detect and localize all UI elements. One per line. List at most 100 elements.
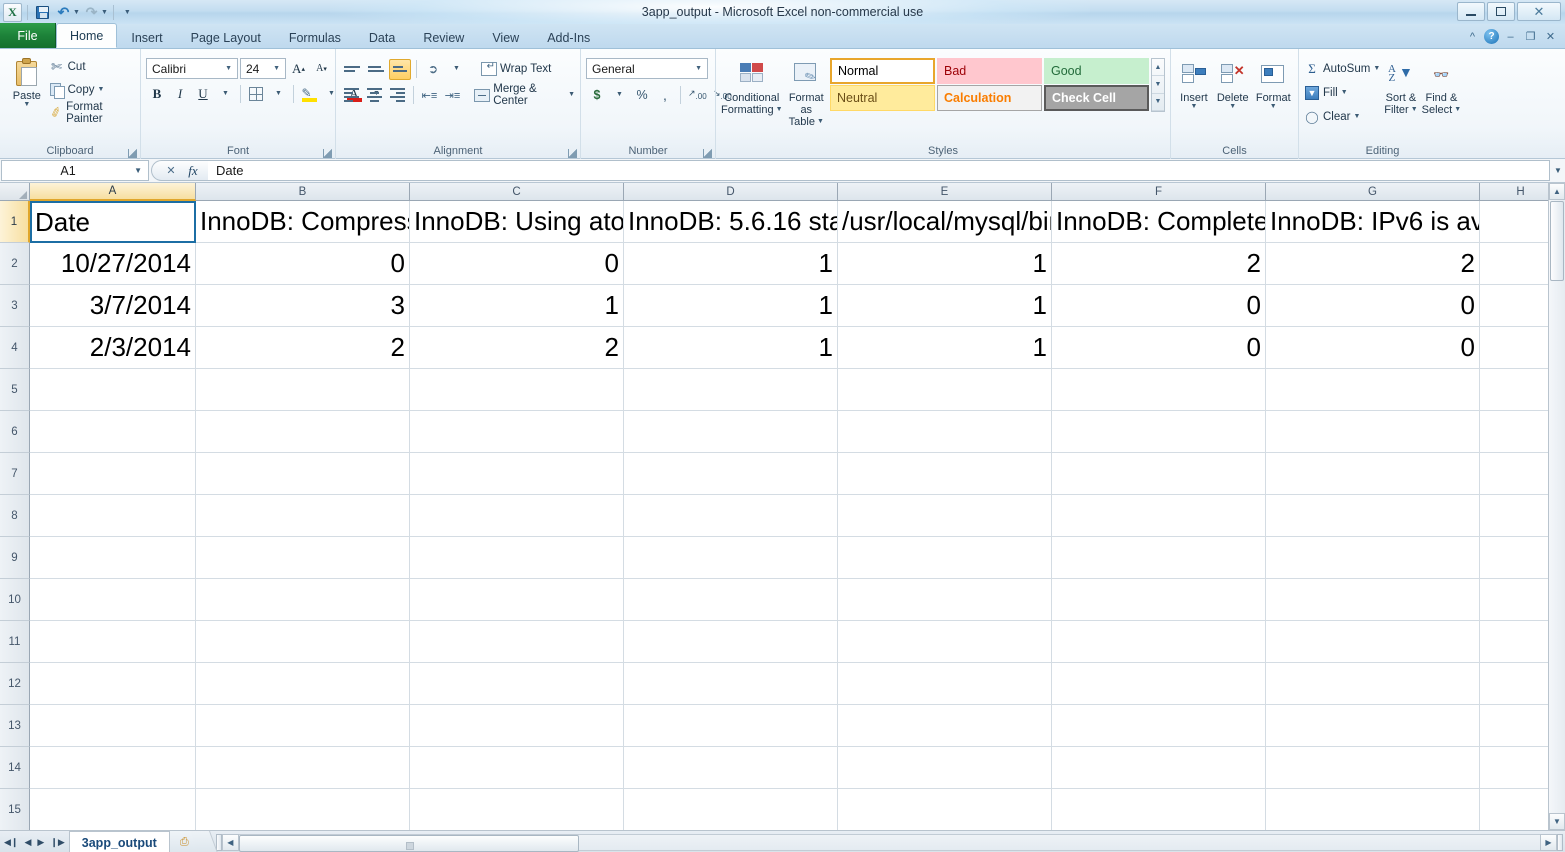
select-all-corner[interactable] [0,183,30,201]
chevron-down-icon[interactable]: ▼ [1229,103,1236,110]
cell-B7[interactable] [196,453,410,495]
increase-indent-button[interactable]: ⇥≡ [442,85,463,106]
cell-E12[interactable] [838,663,1052,705]
horizontal-scroll-thumb[interactable] [238,834,579,852]
cell-H3[interactable] [1480,285,1548,327]
cell-E5[interactable] [838,369,1052,411]
prev-sheet-button[interactable]: ◀ [24,837,31,848]
column-header-a[interactable]: A [30,183,196,201]
row-header-14[interactable]: 14 [0,747,30,789]
insert-cells-button[interactable]: Insert ▼ [1176,56,1212,110]
conditional-formatting-button[interactable]: Conditional Formatting ▼ [721,56,783,116]
cell-A15[interactable] [30,789,196,830]
cell-D9[interactable] [624,537,838,579]
wrap-text-button[interactable]: Wrap Text [481,58,551,80]
row-header-15[interactable]: 15 [0,789,30,830]
font-size-combobox[interactable]: 24 ▼ [240,58,286,79]
cell-F13[interactable] [1052,705,1266,747]
cell-A12[interactable] [30,663,196,705]
scroll-left-button[interactable]: ◀ [221,833,239,851]
cell-C6[interactable] [410,411,624,453]
next-sheet-button[interactable]: ▶ [37,837,44,848]
cell-G8[interactable] [1266,495,1480,537]
clipboard-dialog-launcher[interactable] [127,147,138,158]
help-icon[interactable]: ? [1484,29,1499,44]
cell-D10[interactable] [624,579,838,621]
cell-G11[interactable] [1266,621,1480,663]
column-header-c[interactable]: C [410,183,624,201]
cell-H10[interactable] [1480,579,1548,621]
orientation-button[interactable]: ➲ [422,59,444,80]
format-cells-button[interactable]: Format ▼ [1254,56,1293,110]
cell-G7[interactable] [1266,453,1480,495]
copy-dropdown-icon[interactable]: ▼ [97,86,104,93]
cell-D4[interactable]: 1 [624,327,838,369]
cell-D8[interactable] [624,495,838,537]
cell-C7[interactable] [410,453,624,495]
row-header-3[interactable]: 3 [0,285,30,327]
clear-button[interactable]: ◯ Clear ▼ [1304,106,1380,128]
cell-G12[interactable] [1266,663,1480,705]
formula-input[interactable]: Date [208,160,1550,181]
cell-H11[interactable] [1480,621,1548,663]
cell-B4[interactable]: 2 [196,327,410,369]
cell-B12[interactable] [196,663,410,705]
column-header-f[interactable]: F [1052,183,1266,201]
cell-E7[interactable] [838,453,1052,495]
cell-D13[interactable] [624,705,838,747]
format-as-table-button[interactable]: ✎ Format as Table ▼ [787,56,826,128]
underline-dropdown-button[interactable]: ▼ [215,83,236,104]
cell-E15[interactable] [838,789,1052,830]
cell-B10[interactable] [196,579,410,621]
shrink-font-button[interactable]: A ▾ [311,58,332,79]
merge-center-button[interactable]: Merge & Center ▼ [474,83,575,107]
first-sheet-button[interactable]: ◀❙ [4,837,18,848]
align-right-button[interactable] [387,85,408,106]
cell-D3[interactable]: 1 [624,285,838,327]
cell-F4[interactable]: 0 [1052,327,1266,369]
cell-G14[interactable] [1266,747,1480,789]
column-header-d[interactable]: D [624,183,838,201]
cell-F14[interactable] [1052,747,1266,789]
insert-function-button[interactable]: fx [182,163,204,179]
bold-button[interactable]: B [146,83,168,104]
row-header-9[interactable]: 9 [0,537,30,579]
cell-G4[interactable]: 0 [1266,327,1480,369]
cell-C13[interactable] [410,705,624,747]
copy-button[interactable]: Copy ▼ [49,79,135,101]
cell-E4[interactable]: 1 [838,327,1052,369]
cell-A14[interactable] [30,747,196,789]
styles-gallery-scrollbar[interactable]: ▲ ▼ ▼ [1151,58,1165,112]
cell-D6[interactable] [624,411,838,453]
tab-view[interactable]: View [478,26,533,48]
chevron-down-icon[interactable]: ▼ [1373,65,1380,72]
style-neutral[interactable]: Neutral [830,85,935,111]
cell-E1[interactable]: /usr/local/mysql/bin/mysqld: ready for c… [838,201,1052,243]
cell-C1[interactable]: InnoDB: Using atomics to ref count buffe… [410,201,624,243]
cell-G6[interactable] [1266,411,1480,453]
cell-H14[interactable] [1480,747,1548,789]
cell-B13[interactable] [196,705,410,747]
cell-D2[interactable]: 1 [624,243,838,285]
last-sheet-button[interactable]: ❙▶ [50,837,64,848]
cell-C14[interactable] [410,747,624,789]
cell-G9[interactable] [1266,537,1480,579]
scroll-down-button[interactable]: ▼ [1549,813,1565,830]
chevron-down-icon[interactable]: ▼ [1190,103,1197,110]
cell-D12[interactable] [624,663,838,705]
cell-H6[interactable] [1480,411,1548,453]
cell-F8[interactable] [1052,495,1266,537]
cell-F9[interactable] [1052,537,1266,579]
sort-filter-button[interactable]: AZ ▼ Sort & Filter ▼ [1384,56,1417,117]
cell-E2[interactable]: 1 [838,243,1052,285]
cell-F15[interactable] [1052,789,1266,830]
cell-H13[interactable] [1480,705,1548,747]
autosum-button[interactable]: Σ AutoSum ▼ [1304,58,1380,80]
cell-B5[interactable] [196,369,410,411]
cell-B3[interactable]: 3 [196,285,410,327]
row-header-2[interactable]: 2 [0,243,30,285]
tab-review[interactable]: Review [409,26,478,48]
tab-home[interactable]: Home [56,23,118,48]
tab-file[interactable]: File [0,23,56,48]
minimize-button[interactable] [1457,2,1485,21]
